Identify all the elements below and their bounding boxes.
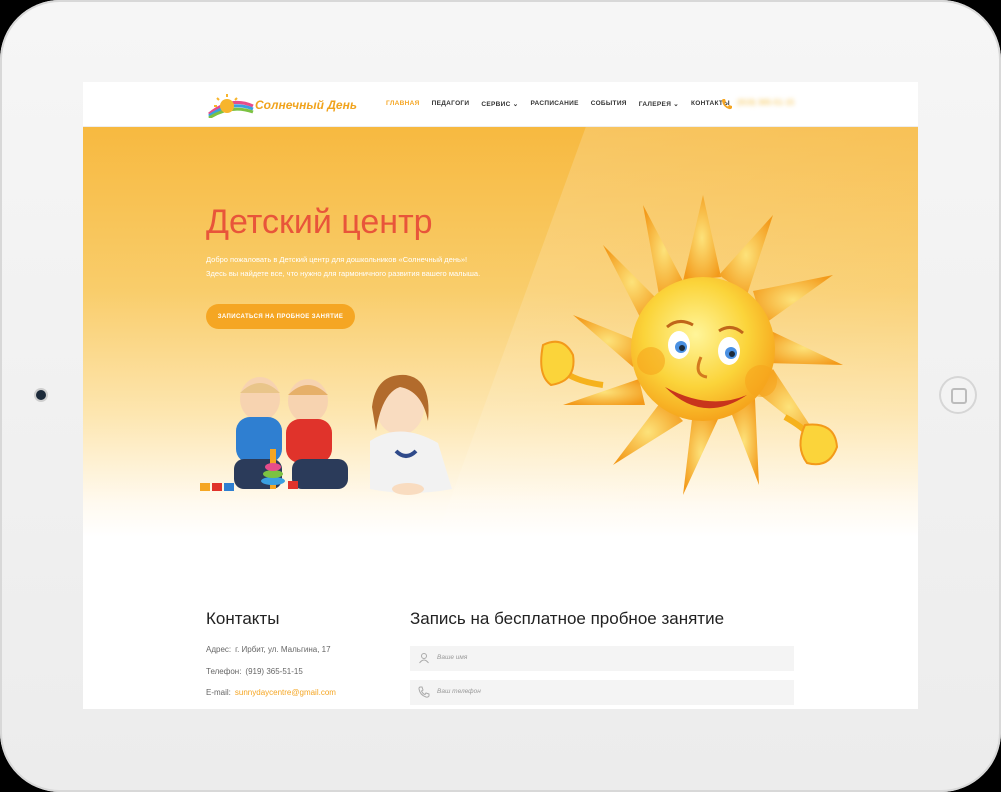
tablet-frame: Солнечный День ГЛАВНАЯ ПЕДАГОГИ СЕРВИС ⌄…: [0, 0, 1001, 792]
email-link[interactable]: sunnydaycentre@gmail.com: [235, 688, 336, 697]
hero-subtitle-line1: Добро пожаловать в Детский центр для дош…: [206, 255, 468, 264]
address-label: Адрес:: [206, 645, 232, 654]
hero-section: Детский центр Добро пожаловать в Детский…: [83, 127, 918, 537]
contact-email: E-mail: sunnydaycentre@gmail.com: [206, 688, 336, 697]
hero-title: Детский центр: [206, 203, 433, 241]
screen: Солнечный День ГЛАВНАЯ ПЕДАГОГИ СЕРВИС ⌄…: [83, 82, 918, 709]
address-value: г. Ирбит, ул. Мальгина, 17: [235, 645, 331, 654]
nav-item-service[interactable]: СЕРВИС ⌄: [481, 100, 518, 108]
main-nav: ГЛАВНАЯ ПЕДАГОГИ СЕРВИС ⌄ РАСПИСАНИЕ СОБ…: [386, 100, 730, 108]
contacts-title: Контакты: [206, 609, 280, 628]
phone-placeholder: Ваш телефон: [437, 688, 481, 695]
hero-subtitle: Добро пожаловать в Детский центр для дош…: [206, 253, 546, 281]
sun-mascot-image: [540, 195, 843, 495]
nav-item-schedule[interactable]: РАСПИСАНИЕ: [530, 100, 578, 108]
home-button[interactable]: [939, 376, 977, 414]
logo-text: Солнечный День: [255, 98, 357, 112]
nav-item-events[interactable]: СОБЫТИЯ: [591, 100, 627, 108]
signup-section: Запись на бесплатное пробное занятие Ваш…: [410, 609, 794, 705]
nav-item-teachers[interactable]: ПЕДАГОГИ: [432, 100, 470, 108]
home-square-icon: [951, 388, 967, 404]
phone-icon: [721, 99, 732, 110]
user-icon: [419, 653, 429, 664]
hero-subtitle-line2: Здесь вы найдете все, что нужно для гарм…: [206, 269, 481, 278]
phone-outline-icon: [418, 686, 430, 698]
nav-item-home[interactable]: ГЛАВНАЯ: [386, 100, 420, 108]
logo-sun-icon: [208, 94, 254, 120]
nav-item-gallery[interactable]: ГАЛЕРЕЯ ⌄: [639, 100, 679, 108]
phone-label: Телефон:: [206, 667, 242, 676]
phone-value: (919) 365-51-15: [245, 667, 303, 676]
phone-input[interactable]: Ваш телефон: [410, 680, 794, 705]
email-label: E-mail:: [206, 688, 231, 697]
contacts-section: Контакты Адрес: г. Ирбит, ул. Мальгина, 1…: [206, 609, 406, 697]
header-phone[interactable]: (919) 365-51-15: [737, 98, 794, 107]
trial-lesson-button[interactable]: ЗАПИСАТЬСЯ НА ПРОБНОЕ ЗАНЯТИЕ: [206, 304, 355, 329]
site-header: Солнечный День ГЛАВНАЯ ПЕДАГОГИ СЕРВИС ⌄…: [83, 82, 918, 127]
children-image: [200, 374, 452, 495]
contact-address: Адрес: г. Ирбит, ул. Мальгина, 17: [206, 645, 331, 654]
contact-phone: Телефон: (919) 365-51-15: [206, 667, 303, 676]
signup-title: Запись на бесплатное пробное занятие: [410, 609, 725, 628]
site-logo[interactable]: Солнечный День: [207, 92, 357, 120]
name-input[interactable]: Ваше имя: [410, 646, 794, 671]
camera: [36, 390, 46, 400]
name-placeholder: Ваше имя: [437, 654, 468, 661]
